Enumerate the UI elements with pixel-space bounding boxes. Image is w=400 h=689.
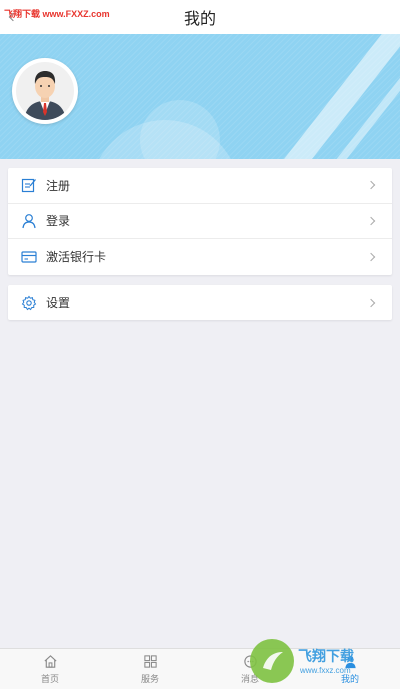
bank-card-icon [20, 248, 38, 266]
banner-decoration [264, 34, 400, 159]
menu-item-settings[interactable]: 设置 [8, 285, 392, 320]
tab-label: 服务 [140, 674, 159, 684]
watermark-brand: 飞翔下载 [298, 648, 354, 664]
user-avatar-icon [16, 62, 74, 120]
menu-group-account: 注册 登录 激活银行卡 [8, 168, 392, 275]
avatar[interactable] [12, 58, 78, 124]
menu-item-label: 激活银行卡 [46, 250, 107, 265]
home-icon [42, 653, 58, 669]
banner-decoration [140, 100, 220, 159]
chevron-right-icon [366, 216, 376, 226]
person-icon [20, 212, 38, 230]
watermark-text: 飞翔下载 www.FXXZ.com [4, 9, 110, 19]
page-title: 我的 [183, 11, 216, 28]
top-bar: 飞翔下载 www.FXXZ.com 我的 [0, 0, 400, 34]
tab-home[interactable]: 首页 [0, 649, 100, 689]
watermark-badge-icon [250, 638, 294, 683]
grid-icon [142, 653, 158, 669]
menu-item-label: 登录 [46, 214, 71, 229]
tab-label: 首页 [40, 674, 59, 684]
menu-item-login[interactable]: 登录 [8, 204, 392, 240]
chevron-right-icon [366, 252, 376, 262]
chevron-right-icon [366, 181, 376, 190]
menu-group-settings: 设置 [8, 285, 392, 320]
profile-banner [0, 34, 400, 159]
menu-item-label: 设置 [46, 296, 71, 310]
menu-item-activate-card[interactable]: 激活银行卡 [8, 239, 392, 275]
edit-icon [20, 176, 38, 194]
menu-item-label: 注册 [46, 178, 71, 193]
gear-icon [20, 294, 38, 312]
watermark-url: www.fxxz.com [300, 666, 351, 675]
chevron-right-icon [366, 298, 376, 307]
watermark-logo: 飞翔下载 www.fxxz.com [250, 632, 400, 689]
tab-service[interactable]: 服务 [100, 649, 200, 689]
menu-item-register[interactable]: 注册 [8, 168, 392, 204]
